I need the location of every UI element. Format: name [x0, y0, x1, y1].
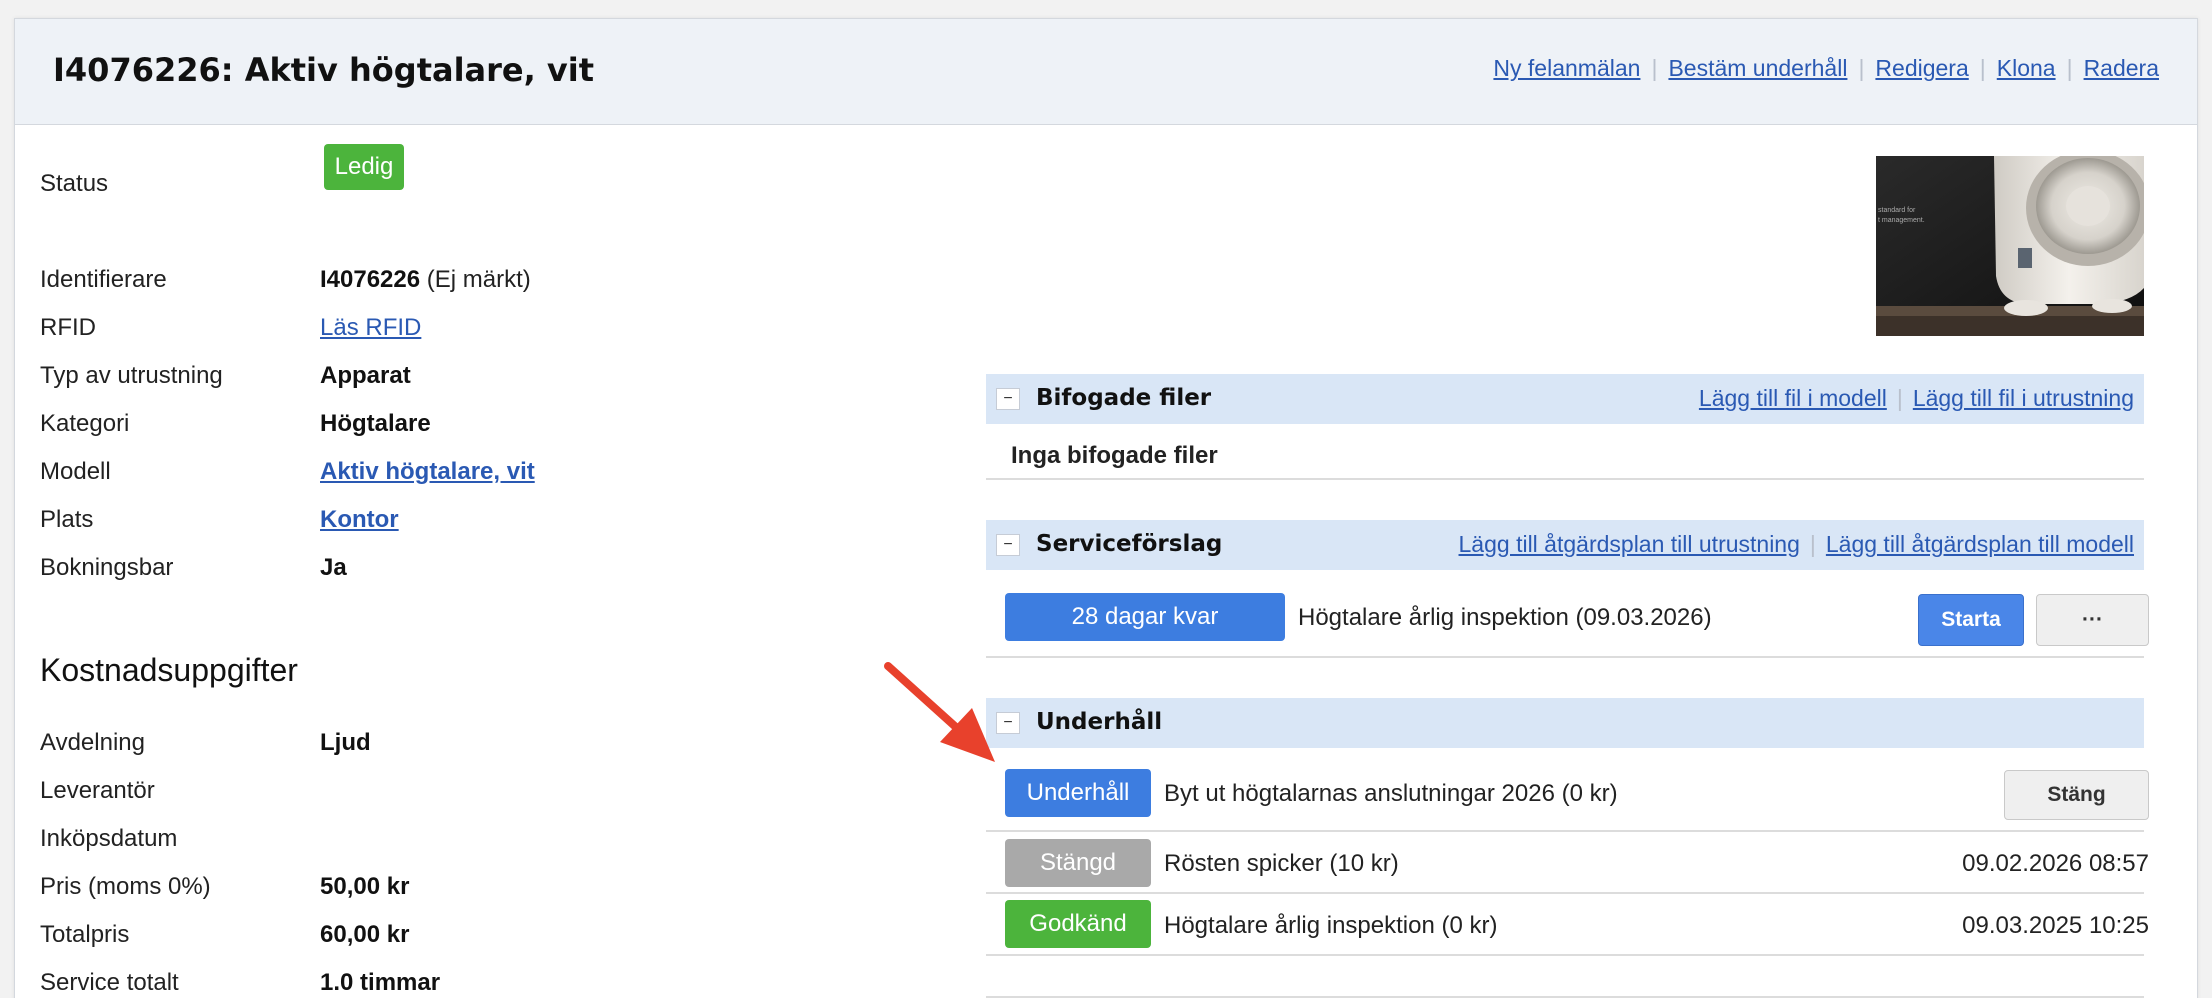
delete-link[interactable]: Radera: [2084, 55, 2159, 81]
bookable-value: Ja: [320, 554, 347, 581]
bookable-label: Bokningsbar: [40, 554, 174, 581]
edit-link[interactable]: Redigera: [1875, 55, 1968, 81]
close-maintenance-button[interactable]: Stäng: [2004, 770, 2149, 820]
maintenance-section-header: − Underhåll: [986, 698, 2144, 748]
image-caption-2: t management.: [1878, 217, 1925, 224]
rfid-label: RFID: [40, 314, 96, 341]
separator: |: [1896, 385, 1903, 411]
price-value-wrap: 50,00 kr: [320, 873, 409, 901]
location-value-wrap: Kontor: [320, 506, 399, 534]
service-collapse-toggle[interactable]: −: [996, 534, 1020, 556]
total-price-value-wrap: 60,00 kr: [320, 921, 409, 949]
identifier-label: Identifierare: [40, 266, 167, 293]
rfid-value-wrap: Läs RFID: [320, 314, 421, 342]
maintenance-item-text: Byt ut högtalarnas anslutningar 2026 (0 …: [1164, 780, 1618, 807]
type-value: Apparat: [320, 362, 411, 389]
separator: |: [1858, 55, 1865, 81]
add-file-to-equipment-link[interactable]: Lägg till fil i utrustning: [1913, 385, 2134, 411]
bookable-value-wrap: Ja: [320, 554, 347, 582]
clone-link[interactable]: Klona: [1997, 55, 2056, 81]
maintenance-collapse-toggle[interactable]: −: [996, 712, 1020, 734]
add-file-to-model-link[interactable]: Lägg till fil i modell: [1699, 385, 1887, 411]
attachments-actions: Lägg till fil i modell | Lägg till fil i u…: [1699, 385, 2134, 412]
separator: |: [1651, 55, 1658, 81]
status-label: Status: [40, 170, 109, 197]
type-value-wrap: Apparat: [320, 362, 411, 390]
equipment-image[interactable]: standard for t management.: [1876, 156, 2144, 336]
service-actions: Lägg till åtgärdsplan till utrustning | Lä…: [1459, 531, 2134, 558]
department-label: Avdelning: [40, 729, 145, 756]
model-link[interactable]: Aktiv högtalare, vit: [320, 458, 535, 485]
price-value: 50,00 kr: [320, 873, 410, 900]
maintenance-item-text: Rösten spicker (10 kr): [1164, 850, 1399, 877]
attachments-collapse-toggle[interactable]: −: [996, 388, 1020, 410]
location-label: Plats: [40, 506, 94, 533]
price-label: Pris (moms 0%): [40, 873, 211, 900]
purchase-date-label: Inköpsdatum: [40, 825, 178, 852]
new-fault-report-link[interactable]: Ny felanmälan: [1493, 55, 1640, 81]
maintenance-status-badge[interactable]: Godkänd: [1005, 900, 1151, 948]
maintenance-item-date: 09.02.2026 08:57: [1962, 850, 2149, 877]
department-value-wrap: Ljud: [320, 729, 371, 757]
separator: |: [1809, 531, 1816, 557]
service-section-header: − Serviceförslag Lägg till åtgärdsplan t…: [986, 520, 2144, 570]
divider: [986, 830, 2144, 832]
maintenance-status-badge[interactable]: Stängd: [1005, 839, 1151, 887]
category-label: Kategori: [40, 410, 130, 437]
maintenance-status-badge[interactable]: Underhåll: [1005, 769, 1151, 817]
days-left-badge: 28 dagar kvar: [1005, 593, 1285, 641]
divider: [986, 892, 2144, 894]
model-value-wrap: Aktiv högtalare, vit: [320, 458, 535, 486]
category-value-wrap: Högtalare: [320, 410, 431, 438]
type-label: Typ av utrustning: [40, 362, 223, 389]
category-value: Högtalare: [320, 410, 431, 437]
service-title: Serviceförslag: [1036, 531, 1223, 557]
service-total-value: 1.0 timmar: [320, 969, 441, 996]
service-total-value-wrap: 1.0 timmar: [320, 969, 440, 997]
divider: [986, 656, 2144, 658]
service-description: Högtalare årlig inspektion (09.03.2026): [1298, 604, 1712, 631]
maintenance-item-date: 09.03.2025 10:25: [1962, 912, 2149, 939]
identifier-value: I4076226: [320, 266, 421, 293]
department-value: Ljud: [320, 729, 371, 756]
divider: [986, 478, 2144, 480]
supplier-label: Leverantör: [40, 777, 155, 804]
costs-heading: Kostnadsuppgifter: [40, 652, 298, 688]
total-price-label: Totalpris: [40, 921, 130, 948]
read-rfid-link[interactable]: Läs RFID: [320, 314, 421, 341]
page-header: I4076226: Aktiv högtalare, vit Ny felanm…: [15, 19, 2197, 125]
maintenance-item-text: Högtalare årlig inspektion (0 kr): [1164, 912, 1498, 939]
location-link[interactable]: Kontor: [320, 506, 399, 533]
total-price-value: 60,00 kr: [320, 921, 410, 948]
divider: [986, 954, 2144, 956]
maintenance-title: Underhåll: [1036, 709, 1163, 735]
identifier-note: (Ej märkt): [426, 266, 531, 293]
no-attachments-text: Inga bifogade filer: [1011, 442, 1218, 469]
schedule-maintenance-link[interactable]: Bestäm underhåll: [1668, 55, 1847, 81]
status-badge: Ledig: [324, 144, 404, 190]
separator: |: [2066, 55, 2073, 81]
more-options-button[interactable]: ···: [2036, 594, 2149, 646]
separator: |: [1979, 55, 1986, 81]
service-total-label: Service totalt: [40, 969, 179, 996]
page-title: I4076226: Aktiv högtalare, vit: [53, 51, 595, 89]
add-plan-to-equipment-link[interactable]: Lägg till åtgärdsplan till utrustning: [1459, 531, 1800, 557]
identifier-value-wrap: I4076226 (Ej märkt): [320, 266, 531, 294]
attachments-section-header: − Bifogade filer Lägg till fil i modell |…: [986, 374, 2144, 424]
speaker-photo: standard for t management.: [1876, 156, 2144, 336]
add-plan-to-model-link[interactable]: Lägg till åtgärdsplan till modell: [1826, 531, 2134, 557]
image-caption-1: standard for: [1878, 207, 1916, 214]
start-button[interactable]: Starta: [1918, 594, 2024, 646]
attachments-title: Bifogade filer: [1036, 385, 1212, 411]
header-actions: Ny felanmälan | Bestäm underhåll | Redigera |…: [1493, 55, 2159, 82]
model-label: Modell: [40, 458, 111, 485]
